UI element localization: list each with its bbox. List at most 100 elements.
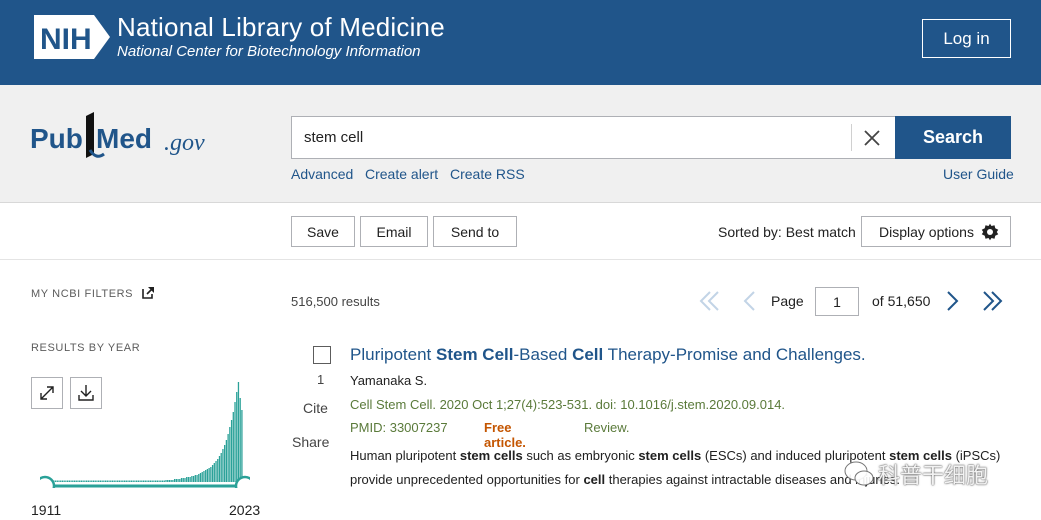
snippet-text: Human pluripotent [350, 448, 460, 463]
histogram-bar [134, 480, 136, 482]
title-text: -Based [513, 345, 573, 364]
search-button[interactable]: Search [895, 116, 1011, 159]
create-alert-link[interactable]: Create alert [365, 166, 438, 182]
histogram-bar [237, 382, 240, 482]
histogram-bar [194, 475, 196, 482]
histogram-bar [68, 480, 70, 482]
page-label: Page [771, 293, 804, 309]
histogram-bar [156, 480, 159, 482]
title-highlight: Cell [572, 345, 604, 364]
histogram-bar [227, 434, 229, 482]
histogram-bar [80, 480, 83, 482]
histogram-bar [87, 480, 89, 482]
sort-selector[interactable]: Sorted by: Best match [718, 224, 856, 240]
nih-logo-icon[interactable]: NIH [32, 13, 112, 61]
histogram-bar [122, 480, 124, 482]
page-total: of 51,650 [872, 293, 931, 309]
share-button[interactable]: Share [292, 434, 329, 450]
histogram-bar [161, 480, 164, 482]
histogram-bar [60, 480, 62, 482]
histogram-bar [236, 392, 238, 482]
histogram-bar [99, 480, 102, 482]
create-rss-link[interactable]: Create RSS [450, 166, 525, 182]
nlm-title[interactable]: National Library of Medicine [117, 12, 445, 43]
histogram-bar [137, 480, 140, 482]
article-meta: PMID: 33007237 Free article. Review. [350, 420, 630, 450]
histogram-bar [127, 480, 129, 482]
email-button[interactable]: Email [360, 216, 428, 247]
external-link-icon[interactable] [142, 286, 155, 299]
page-number-input[interactable]: 1 [815, 287, 859, 316]
save-button[interactable]: Save [291, 216, 355, 247]
article-title-link[interactable]: Pluripotent Stem Cell-Based Cell Therapy… [350, 345, 866, 365]
histogram-bar [92, 480, 95, 482]
histogram-bar [160, 480, 162, 482]
close-icon[interactable] [860, 126, 884, 150]
cite-button[interactable]: Cite [303, 400, 328, 416]
previous-page-icon[interactable] [743, 290, 757, 312]
title-text: Pluripotent [350, 345, 436, 364]
histogram-bar [175, 479, 177, 482]
histogram-bar [73, 480, 76, 482]
histogram-bar [94, 480, 96, 482]
histogram-bar [125, 480, 127, 482]
wechat-icon [844, 461, 874, 486]
search-input[interactable] [304, 117, 844, 158]
toolbar-divider [0, 259, 1041, 260]
histogram-bar [182, 478, 184, 482]
login-button[interactable]: Log in [922, 19, 1011, 58]
histogram-bar [215, 461, 217, 482]
advanced-search-link[interactable]: Advanced [291, 166, 353, 182]
year-end-handle[interactable] [234, 475, 250, 488]
histogram-bar [75, 480, 77, 482]
year-start-label: 1911 [31, 502, 62, 518]
result-count: 516,500 results [291, 294, 380, 309]
results-by-year-histogram[interactable] [40, 378, 250, 488]
histogram-bar [229, 427, 231, 482]
histogram-bar [148, 480, 150, 482]
my-ncbi-filters-heading[interactable]: MY NCBI FILTERS [31, 288, 133, 300]
histogram-bar [192, 476, 195, 482]
first-page-icon[interactable] [699, 290, 721, 312]
histogram-bar [241, 410, 243, 482]
histogram-bar [120, 480, 122, 482]
histogram-bar [85, 480, 88, 482]
year-start-handle[interactable] [40, 475, 56, 488]
last-page-icon[interactable] [981, 290, 1003, 312]
histogram-bar [136, 480, 138, 482]
histogram-bar [217, 459, 219, 482]
histogram-bar [96, 480, 98, 482]
histogram-bar [224, 445, 226, 482]
year-end-label: 2023 [229, 502, 261, 518]
next-page-icon[interactable] [945, 290, 959, 312]
snippet-text: such as embryonic [522, 448, 639, 463]
results-by-year-heading: RESULTS BY YEAR [31, 342, 141, 354]
clear-divider [851, 124, 852, 151]
histogram-bar [163, 480, 165, 482]
histogram-bar [220, 453, 222, 482]
histogram-bar [170, 480, 172, 482]
pubmed-logo[interactable]: Pub Med .gov [30, 110, 220, 168]
histogram-bar [103, 480, 105, 482]
histogram-bar [218, 456, 221, 482]
result-checkbox[interactable] [313, 346, 331, 364]
user-guide-link[interactable]: User Guide [943, 166, 1014, 182]
histogram-bar [101, 480, 103, 482]
histogram-bar [79, 480, 81, 482]
histogram-bar [225, 440, 228, 482]
histogram-bar [141, 480, 143, 482]
pubmed-logo-pub: Pub [30, 123, 83, 154]
send-to-button[interactable]: Send to [433, 216, 517, 247]
histogram-bar [104, 480, 107, 482]
histogram-bar [91, 480, 93, 482]
histogram-bar [70, 480, 72, 482]
histogram-bar [139, 480, 141, 482]
article-authors: Yamanaka S. [350, 373, 428, 388]
histogram-bar [205, 470, 207, 482]
histogram-bar [196, 475, 198, 482]
histogram-bar [113, 480, 115, 482]
histogram-bar [191, 476, 193, 482]
histogram-bar [144, 480, 146, 482]
histogram-bar [129, 480, 131, 482]
histogram-bar [211, 465, 214, 482]
